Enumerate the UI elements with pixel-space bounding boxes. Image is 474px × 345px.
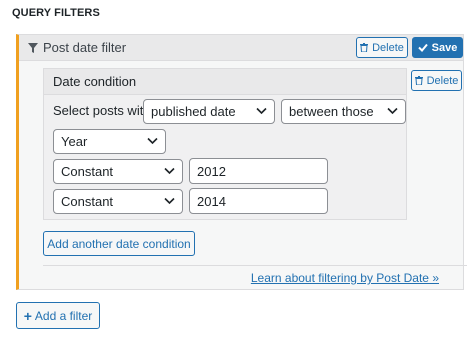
from-type-select[interactable]: Constant [53,159,183,184]
trash-icon [360,43,369,52]
condition-header: Date condition [44,69,406,95]
condition-delete-label: Delete [426,74,459,87]
filter-delete-label: Delete [372,41,404,54]
date-unit-value: Year [61,134,88,149]
to-type-select[interactable]: Constant [53,189,183,214]
chevron-down-icon [256,107,267,115]
funnel-icon [28,43,38,53]
to-type-value: Constant [61,194,114,209]
checkmark-icon [417,43,428,52]
comparison-select[interactable]: between those [281,99,406,124]
divider [43,265,467,266]
chevron-down-icon [387,107,398,115]
add-filter-button[interactable]: + Add a filter [16,302,100,329]
post-date-filter-panel: Post date filter Delete Save Date condit… [16,34,467,290]
learn-filtering-link[interactable]: Learn about filtering by Post Date » [251,271,439,285]
to-year-input[interactable]: 2014 [189,188,328,214]
condition-title: Date condition [53,74,137,89]
section-title: QUERY FILTERS [12,7,100,19]
date-field-value: published date [151,104,236,119]
add-filter-label: Add a filter [34,308,93,323]
select-posts-label: Select posts with [53,103,151,118]
add-date-condition-button[interactable]: Add another date condition [43,231,195,256]
comparison-value: between those [289,104,374,119]
condition-delete-button[interactable]: Delete [411,70,462,91]
from-year-input[interactable]: 2012 [189,158,328,184]
date-field-select[interactable]: published date [143,99,275,124]
chevron-down-icon [164,197,175,205]
filter-title: Post date filter [43,40,127,55]
filter-delete-button[interactable]: Delete [356,37,408,58]
chevron-down-icon [164,167,175,175]
from-type-value: Constant [61,164,114,179]
chevron-down-icon [147,137,158,145]
plus-icon: + [23,307,32,324]
filter-header[interactable]: Post date filter Delete Save [19,35,463,61]
date-unit-select[interactable]: Year [53,129,166,154]
date-condition-box: Date condition Select posts with publish… [43,68,407,220]
save-button[interactable]: Save [412,37,463,58]
trash-icon [414,76,423,85]
save-label: Save [431,41,458,54]
